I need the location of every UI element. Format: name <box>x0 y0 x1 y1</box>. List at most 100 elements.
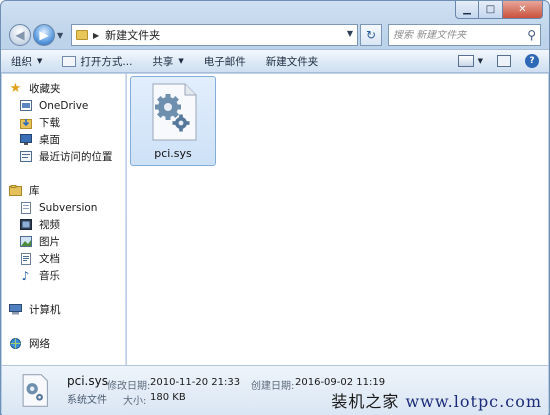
nav-item-desktop[interactable]: 桌面 <box>2 131 125 148</box>
command-bar: 组织 ▼ 打开方式... 共享 ▼ 电子邮件 新建文件夹 ▼ ? <box>1 49 549 73</box>
folder-icon <box>76 30 88 40</box>
open-with-button[interactable]: 打开方式... <box>62 54 132 69</box>
file-list-view[interactable]: pci.sys <box>127 74 548 365</box>
nav-label: 文档 <box>39 253 60 265</box>
nav-label: 视频 <box>39 219 60 231</box>
size-label: 大小: <box>123 396 147 407</box>
close-button[interactable]: ✕ <box>503 1 543 19</box>
refresh-icon: ↻ <box>365 28 377 42</box>
help-icon[interactable]: ? <box>525 54 539 68</box>
view-options-chevron-icon[interactable]: ▼ <box>478 57 483 65</box>
new-folder-label: 新建文件夹 <box>265 55 319 68</box>
share-menu[interactable]: 共享 ▼ <box>152 54 183 69</box>
nav-label: 网络 <box>29 338 50 350</box>
search-input[interactable] <box>393 29 528 41</box>
size-value: 180 KB <box>150 392 186 403</box>
system-file-gear-icon <box>152 83 197 141</box>
chevron-down-icon: ▼ <box>37 57 43 65</box>
nav-label: 音乐 <box>39 270 60 282</box>
onedrive-icon <box>19 100 32 112</box>
breadcrumb-current[interactable]: 新建文件夹 <box>105 27 160 43</box>
email-label: 电子邮件 <box>203 55 246 68</box>
nav-item-recent-places[interactable]: 最近访问的位置 <box>2 148 125 165</box>
minimize-button[interactable]: ▁ <box>455 1 479 19</box>
change-view-icon[interactable] <box>457 55 474 67</box>
created-value: 2016-09-02 11:19 <box>295 377 386 388</box>
nav-network[interactable]: 网络 <box>2 335 125 352</box>
nav-label: 下载 <box>39 117 60 129</box>
address-bar[interactable]: ▶ 新建文件夹 ▼ <box>71 24 358 46</box>
nav-label: 库 <box>29 185 40 197</box>
detail-file-type: 系统文件 <box>67 395 107 406</box>
music-note-icon: ♪ <box>21 268 30 283</box>
recent-pages-dropdown[interactable]: ▼ <box>57 31 67 40</box>
nav-item-downloads[interactable]: 下载 <box>2 114 125 131</box>
modified-label: 修改日期: <box>107 381 151 392</box>
nav-label: 收藏夹 <box>29 83 61 95</box>
nav-libraries[interactable]: 库 <box>2 182 125 199</box>
nav-item-subversion[interactable]: Subversion <box>2 199 125 216</box>
nav-item-music[interactable]: ♪ 音乐 <box>2 267 125 284</box>
explorer-window: ▁ □ ✕ ◀ ▶ ▼ ▶ 新建文件夹 ▼ ↻ ⚲ 组织 ▼ 打开方式... 共… <box>0 0 550 415</box>
downloads-folder-icon <box>19 117 32 129</box>
maximize-button[interactable]: □ <box>479 1 503 19</box>
nav-label: Subversion <box>39 201 98 214</box>
system-file-gear-icon <box>22 374 48 407</box>
search-icon[interactable]: ⚲ <box>527 28 536 42</box>
email-button[interactable]: 电子邮件 <box>204 54 246 69</box>
recent-places-icon <box>19 151 32 163</box>
open-with-icon <box>62 55 77 67</box>
open-with-label: 打开方式... <box>80 55 133 68</box>
pictures-library-icon <box>19 236 32 248</box>
nav-favorites[interactable]: ★ 收藏夹 <box>2 80 125 97</box>
nav-label: OneDrive <box>39 99 89 112</box>
organize-label: 组织 <box>11 55 32 68</box>
navigation-pane[interactable]: ★ 收藏夹 OneDrive 下载 桌面 最近访问的位置 库 Subversio… <box>2 74 126 365</box>
nav-label: 计算机 <box>29 304 61 316</box>
nav-label: 桌面 <box>39 134 60 146</box>
new-folder-button[interactable]: 新建文件夹 <box>266 54 319 69</box>
nav-label: 最近访问的位置 <box>39 151 113 163</box>
subversion-library-icon <box>19 201 32 214</box>
window-controls: ▁ □ ✕ <box>455 1 543 19</box>
search-box[interactable]: ⚲ <box>388 24 541 46</box>
modified-value: 2010-11-20 21:33 <box>150 377 241 388</box>
file-name: pci.sys <box>154 147 192 160</box>
details-pane: pci.sys 系统文件 修改日期: 2010-11-20 21:33 大小: … <box>2 365 548 415</box>
refresh-button[interactable]: ↻ <box>360 24 382 46</box>
nav-item-pictures[interactable]: 图片 <box>2 233 125 250</box>
site-watermark: 装机之家 www.lotpc.com <box>331 388 542 412</box>
address-dropdown-icon[interactable]: ▼ <box>347 29 353 38</box>
library-icon <box>9 185 22 197</box>
address-row: ◀ ▶ ▼ ▶ 新建文件夹 ▼ ↻ ⚲ <box>9 23 541 47</box>
watermark-text: 装机之家 <box>331 392 400 411</box>
nav-item-documents[interactable]: 文档 <box>2 250 125 267</box>
nav-label: 图片 <box>39 236 60 248</box>
file-item[interactable]: pci.sys <box>130 76 216 166</box>
share-label: 共享 <box>152 55 174 68</box>
detail-file-name: pci.sys <box>67 374 108 388</box>
view-controls: ▼ ? <box>457 54 539 68</box>
nav-item-videos[interactable]: 视频 <box>2 216 125 233</box>
computer-icon <box>9 304 22 316</box>
documents-library-icon <box>19 252 32 265</box>
organize-menu[interactable]: 组织 ▼ <box>11 54 42 69</box>
created-label: 创建日期: <box>251 381 295 392</box>
breadcrumb-chevron-icon[interactable]: ▶ <box>93 31 99 40</box>
watermark-url: www.lotpc.com <box>405 392 542 411</box>
forward-button[interactable]: ▶ <box>33 24 55 46</box>
network-icon <box>9 338 22 350</box>
desktop-icon <box>19 134 32 146</box>
videos-library-icon <box>19 219 32 231</box>
nav-item-onedrive[interactable]: OneDrive <box>2 97 125 114</box>
back-button[interactable]: ◀ <box>9 24 31 46</box>
star-icon: ★ <box>9 81 22 96</box>
nav-computer[interactable]: 计算机 <box>2 301 125 318</box>
preview-pane-icon[interactable] <box>497 55 511 67</box>
back-arrow-icon: ◀ <box>15 28 25 42</box>
chevron-down-icon: ▼ <box>178 57 184 65</box>
forward-arrow-icon: ▶ <box>39 28 49 42</box>
